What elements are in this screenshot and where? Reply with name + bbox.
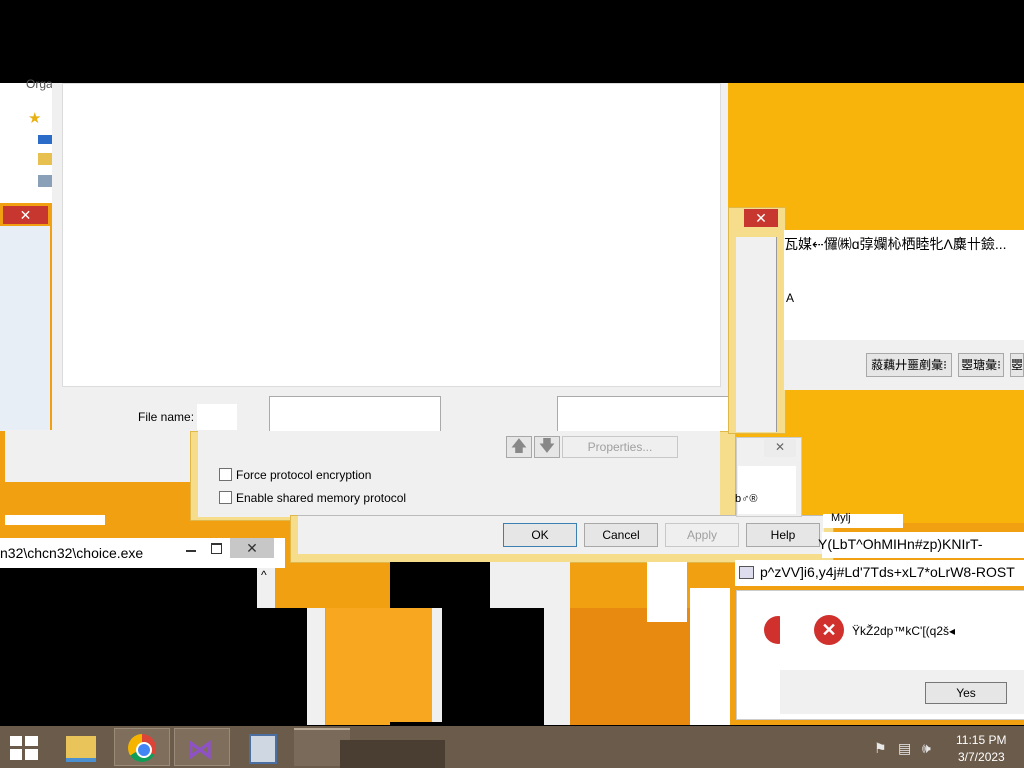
console-output bbox=[0, 568, 257, 725]
taskbar-dark-block bbox=[340, 740, 445, 768]
white-panel-2 bbox=[690, 588, 730, 725]
yes-button[interactable]: Yes bbox=[925, 682, 1007, 704]
mylj-text: Mylj bbox=[831, 512, 851, 524]
cjk-button-1[interactable]: 蔱藕廾噩剷彙⁝ bbox=[866, 353, 952, 377]
taskbar-chrome-icon[interactable] bbox=[114, 728, 170, 766]
cjk-close-icon[interactable]: ✕ bbox=[744, 209, 778, 227]
cjk-button-2[interactable]: 瞾瑭彙⁝ bbox=[958, 353, 1004, 377]
cjk-button-3[interactable]: 瞾 bbox=[1010, 353, 1024, 377]
left-window-panel bbox=[0, 226, 50, 431]
cancel-button[interactable]: Cancel bbox=[584, 523, 658, 547]
console-scrollbar-2[interactable] bbox=[307, 608, 325, 725]
left-window-strip bbox=[5, 515, 105, 525]
file-field-right[interactable] bbox=[557, 396, 729, 432]
small-window-content bbox=[738, 466, 796, 514]
network-tray-icon[interactable]: ▤ bbox=[898, 740, 911, 757]
console-block-2 bbox=[257, 608, 307, 725]
start-button[interactable] bbox=[10, 736, 38, 760]
window-icon bbox=[739, 566, 754, 579]
force-encryption-label: Force protocol encryption bbox=[236, 468, 372, 482]
close-icon[interactable]: ✕ bbox=[3, 206, 48, 224]
clock-date[interactable]: 3/7/2023 bbox=[958, 750, 1005, 764]
organize-menu[interactable]: Orga bbox=[26, 77, 53, 91]
left-window-bottom bbox=[5, 430, 195, 482]
folder-icon bbox=[38, 153, 52, 165]
shared-memory-label: Enable shared memory protocol bbox=[236, 491, 407, 505]
small-window-close-icon[interactable]: ✕ bbox=[764, 439, 796, 457]
console-maximize-icon[interactable] bbox=[211, 543, 222, 554]
shared-memory-checkbox[interactable] bbox=[219, 491, 232, 504]
properties-button[interactable]: Properties... bbox=[562, 436, 678, 458]
taskbar: ⋈ bbox=[0, 726, 1024, 768]
force-encryption-checkbox[interactable] bbox=[219, 468, 232, 481]
error-icon: ✕ bbox=[814, 615, 844, 645]
black-block-1 bbox=[390, 562, 490, 608]
small-window-text: b♂® bbox=[735, 493, 758, 505]
chrome-center-icon bbox=[136, 742, 152, 758]
taskbar-file-explorer-icon[interactable] bbox=[54, 728, 110, 766]
cjk-dialog-text: 瓦媒⇠儸㈱ɑ弴孄杺栖睦牝Λ麋卄鐱... bbox=[784, 236, 1007, 252]
file-name-input[interactable] bbox=[197, 404, 237, 430]
notepad-icon bbox=[249, 734, 277, 764]
console-title: n32\chcn32\choice.exe bbox=[0, 545, 144, 561]
file-name-label: File name: bbox=[138, 410, 195, 424]
volume-icon[interactable]: 🕪 bbox=[922, 740, 931, 757]
file-list-area bbox=[62, 83, 721, 387]
cjk-dialog-left-body bbox=[736, 237, 777, 432]
help-button[interactable]: Help bbox=[746, 523, 820, 547]
move-up-button[interactable]: 🡅 bbox=[506, 436, 532, 458]
console-minimize-icon[interactable] bbox=[186, 550, 196, 552]
desktop-orange-shade bbox=[570, 608, 690, 725]
ok-button[interactable]: OK bbox=[503, 523, 577, 547]
network-icon bbox=[38, 175, 52, 187]
garbled-line-1: Y(LbT^OhMIHn#zp)KNIrT- bbox=[818, 536, 983, 552]
clock-time[interactable]: 11:15 PM bbox=[956, 733, 1006, 747]
windows-logo-icon bbox=[10, 736, 38, 760]
favorites-star-icon: ★ bbox=[28, 110, 42, 127]
cjk-dialog-text-2: A bbox=[786, 291, 795, 305]
desktop-icon bbox=[38, 135, 52, 144]
visual-studio-icon: ⋈ bbox=[187, 734, 213, 764]
taskbar-notepad-icon[interactable] bbox=[234, 728, 290, 766]
apply-button[interactable]: Apply bbox=[665, 523, 739, 547]
white-panel-1 bbox=[647, 562, 687, 622]
desktop-yellow-bottom bbox=[326, 608, 436, 725]
console-close-icon[interactable]: ✕ bbox=[230, 538, 274, 558]
gray-panel-2 bbox=[432, 608, 442, 725]
file-type-field[interactable] bbox=[269, 396, 441, 432]
error-message: ŸkŽ2dp™kC'[(q2š◂ bbox=[852, 624, 956, 638]
taskbar-visual-studio-icon[interactable]: ⋈ bbox=[174, 728, 230, 766]
black-block-2 bbox=[442, 608, 544, 725]
garbled-line-2: p^zVV]i6,y4j#Ld'7Tds+xL7*oLrW8-ROST bbox=[760, 564, 1015, 580]
scroll-up-icon[interactable]: ^ bbox=[261, 568, 267, 582]
folder-icon bbox=[66, 736, 96, 762]
move-down-button[interactable]: 🡇 bbox=[534, 436, 560, 458]
action-center-flag-icon[interactable]: ⚑ bbox=[874, 740, 887, 757]
